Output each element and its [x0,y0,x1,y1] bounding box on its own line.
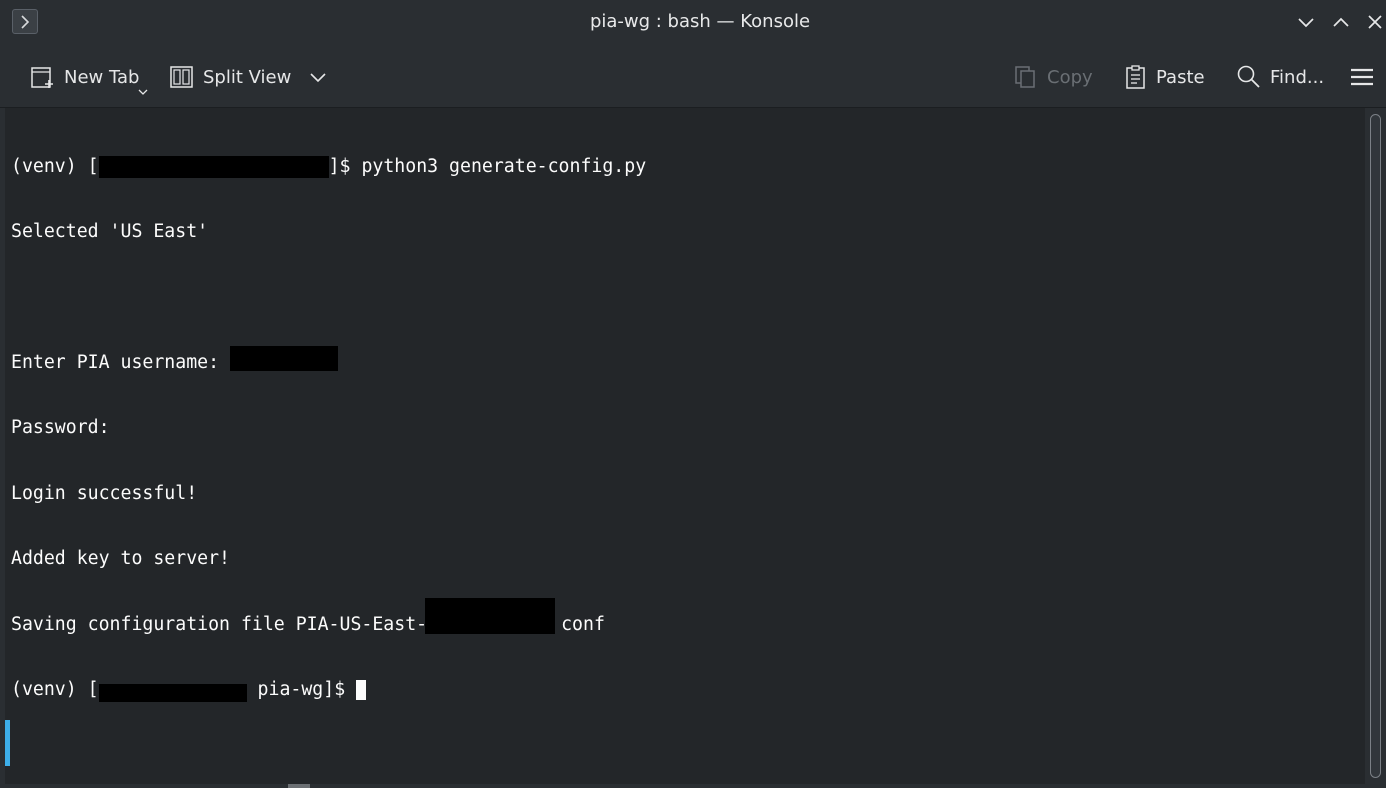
minimize-button[interactable] [1294,10,1318,34]
title-bar: pia-wg : bash — Konsole [0,0,1386,46]
redacted-block [230,345,338,371]
terminal-line: Password: [11,417,110,439]
scrollbar[interactable] [1366,108,1386,784]
chevron-down-icon [1298,18,1314,28]
dropdown-indicator-icon [138,89,148,95]
terminal-cursor [356,679,367,700]
terminal-output: (venv) [ ]$ python3 generate-config.py Se… [11,112,646,746]
terminal-line: Added key to server! [11,548,230,570]
bottom-edge-marker [288,784,310,788]
paste-icon [1126,65,1145,89]
paste-button[interactable]: Paste [1124,62,1205,92]
command-text: ]$ python3 generate-config.py [328,155,647,177]
search-icon [1237,65,1260,88]
prompt-prefix: (venv) [ [11,678,99,700]
copy-icon [1015,66,1035,88]
redacted-block [98,683,247,702]
paste-label: Paste [1156,66,1205,88]
find-button[interactable]: Find... [1236,62,1324,92]
close-icon [1368,15,1382,29]
terminal-line: Selected 'US East' [11,221,209,243]
terminal-view[interactable]: (venv) [ ]$ python3 generate-config.py Se… [5,108,1365,784]
terminal-line: Login successful! [11,482,198,504]
terminal-line: (venv) [ pia-wg]$ [11,679,646,702]
hamburger-menu-icon [1351,68,1373,86]
window-title: pia-wg : bash — Konsole [589,11,811,32]
split-view-icon [170,66,193,88]
username-prompt: Enter PIA username: [11,351,230,373]
new-tab-icon [31,67,53,88]
scroll-position-marker [5,720,10,766]
find-label: Find... [1270,66,1325,88]
toolbar: New Tab Split View Copy Paste Find... [0,46,1386,108]
redacted-block [425,597,556,634]
file-extension-text: conf [561,613,605,635]
scrollbar-thumb[interactable] [1370,114,1381,778]
maximize-button[interactable] [1329,10,1353,34]
prompt-suffix: pia-wg]$ [246,678,357,700]
split-view-label: Split View [203,66,292,88]
chevron-down-icon [310,73,326,83]
new-tab-label: New Tab [64,66,140,88]
prompt-prefix: (venv) [ [11,155,99,177]
terminal-line: (venv) [ ]$ python3 generate-config.py [11,155,647,178]
saving-text: Saving configuration file PIA-US-East- [11,613,428,635]
konsole-window: pia-wg : bash — Konsole New Tab Split Vi… [0,0,1386,788]
copy-button[interactable]: Copy [1013,62,1093,92]
new-tab-button[interactable]: New Tab [30,62,148,95]
close-button[interactable] [1363,10,1386,34]
terminal-line: Saving configuration file PIA-US-East-co… [11,597,646,636]
redacted-block [98,155,329,178]
terminal-line: Enter PIA username: [11,345,646,374]
chevron-up-icon [1333,17,1349,27]
copy-label: Copy [1047,66,1093,88]
hamburger-menu-button[interactable] [1350,62,1374,92]
split-view-button[interactable]: Split View [169,62,327,92]
window-bottom-edge [0,784,1386,788]
terminal-line: ​ [11,287,646,309]
